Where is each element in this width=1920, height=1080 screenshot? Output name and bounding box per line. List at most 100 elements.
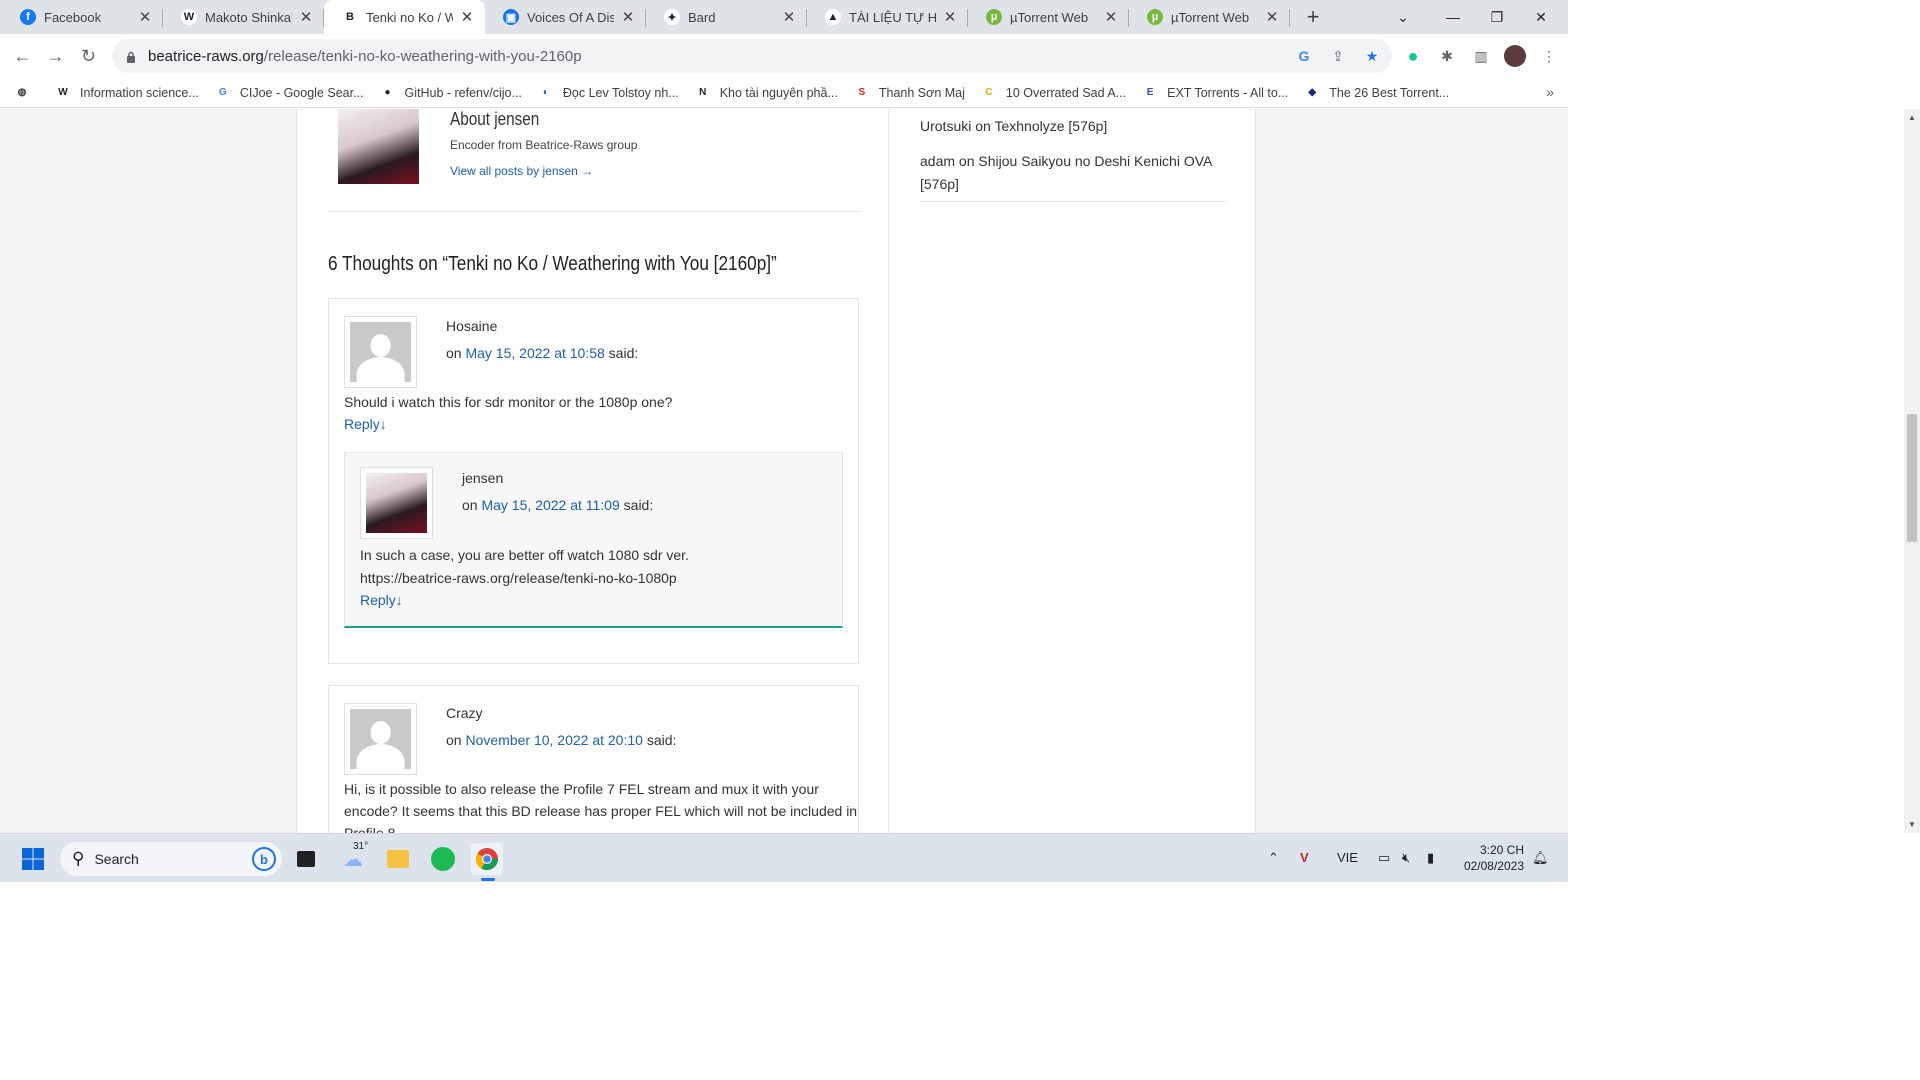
bookmark-label: CIJoe - Google Sear... (239, 85, 364, 100)
side-panel-icon[interactable]: ▥ (1470, 45, 1492, 67)
weather-icon[interactable]: ☁ 31° (337, 841, 369, 875)
comment-date-link[interactable]: November 10, 2022 at 20:10 (465, 732, 642, 748)
tray-overflow-icon[interactable]: ⌃ (1268, 850, 1279, 866)
tab-title: Voices Of A Distan (527, 9, 614, 25)
volume-muted-icon[interactable]: 🔇︎ (1402, 850, 1410, 866)
close-window-icon[interactable]: ✕ (1518, 0, 1564, 34)
tab-6[interactable]: ▲ TÀI LIỆU TỰ HỌC ✕ (807, 0, 968, 34)
share-icon[interactable]: ⇪ (1328, 46, 1348, 66)
tab-1[interactable]: f Facebook ✕ (2, 0, 163, 34)
notification-icon[interactable]: 🔔︎ (1532, 850, 1549, 866)
url-host: beatrice-raws.org (148, 47, 264, 65)
bookmark-item[interactable]: E EXT Torrents - All to... (1142, 85, 1288, 101)
comment-date-link[interactable]: May 15, 2022 at 11:09 (481, 497, 619, 513)
vivaldi-tray-icon[interactable]: V (1300, 850, 1309, 865)
comment-text: In such a case, you are better off watch… (360, 547, 689, 563)
bookmark-item[interactable]: S Thanh Sơn Maj (854, 85, 965, 101)
tab-close-icon[interactable]: ✕ (781, 8, 797, 26)
google-drive-icon: ▲ (825, 9, 841, 25)
recent-comment-post-link[interactable]: Texhnolyze [576p] (994, 118, 1107, 134)
minimize-icon[interactable]: — (1430, 0, 1476, 34)
comment-author: Crazy (446, 705, 483, 721)
spotify-icon[interactable] (427, 843, 459, 875)
bookmark-item[interactable]: ● GitHub - refenv/cijo... (380, 85, 521, 101)
back-icon[interactable]: ← (6, 40, 39, 73)
tab-close-icon[interactable]: ✕ (1264, 8, 1280, 26)
weather-temp: 31° (353, 841, 369, 852)
tab-2[interactable]: W Makoto Shinkai - ✕ (163, 0, 324, 34)
page-scrollbar[interactable]: ▲ ▼ (1904, 109, 1920, 833)
scroll-down-icon[interactable]: ▼ (1908, 820, 1916, 829)
tab-5[interactable]: ✦ Bard ✕ (646, 0, 807, 34)
comment-author: Hosaine (446, 318, 498, 334)
network-icon[interactable]: ▭ (1378, 850, 1390, 866)
tab-search-icon[interactable]: ⌄ (1380, 0, 1426, 34)
web-page: About jensen Encoder from Beatrice-Raws … (0, 109, 1568, 833)
bookmark-red-icon: S (858, 87, 866, 98)
tab-title: Makoto Shinkai - (205, 9, 292, 25)
tab-3[interactable]: B Tenki no Ko / Weathe ✕ (324, 0, 485, 34)
tab-close-icon[interactable]: ✕ (620, 8, 636, 26)
language-indicator[interactable]: VIE (1337, 850, 1358, 865)
tab-title: Tenki no Ko / Weathe (366, 9, 453, 25)
github-icon: ● (384, 87, 391, 98)
taskbar-search[interactable]: ⚲ Search b (60, 842, 282, 876)
bing-icon: b (252, 847, 276, 871)
task-view-icon[interactable] (290, 843, 322, 875)
battery-icon[interactable]: ▮ (1427, 850, 1434, 866)
bookmark-label: Information science... (80, 85, 199, 100)
browser-toolbar: ← → ↻ beatrice-raws.org/release/tenki-no… (0, 34, 1568, 78)
bookmark-item[interactable]: ◆ The 26 Best Torrent... (1304, 85, 1449, 101)
restore-icon[interactable]: ❐ (1474, 0, 1520, 34)
tab-7[interactable]: µ µTorrent Web ✕ (968, 0, 1129, 34)
time: 3:20 CH (1479, 843, 1524, 857)
windows-start-icon[interactable] (17, 843, 49, 875)
wikipedia-icon: W (58, 87, 68, 98)
clock[interactable]: 3:20 CH 02/08/2023 (1464, 842, 1524, 874)
forward-icon[interactable]: → (39, 40, 72, 73)
divider (920, 201, 1226, 202)
bookmark-item[interactable]: ◍ (14, 85, 39, 101)
comment-date-link[interactable]: May 15, 2022 at 10:58 (465, 345, 604, 361)
address-bar[interactable]: beatrice-raws.org/release/tenki-no-ko-we… (112, 39, 1392, 73)
reply-link[interactable]: Reply↓ (360, 592, 403, 608)
avatar (344, 703, 417, 775)
new-tab-button[interactable]: + (1298, 0, 1328, 34)
tab-close-icon[interactable]: ✕ (459, 8, 475, 26)
profile-avatar[interactable] (1504, 45, 1526, 67)
recent-comment-post-link[interactable]: Shijou Saikyou no Deshi Kenichi OVA (978, 153, 1212, 169)
tab-close-icon[interactable]: ✕ (137, 8, 153, 26)
tab-close-icon[interactable]: ✕ (1103, 8, 1119, 26)
author-posts-link[interactable]: View all posts by jensen → (450, 164, 593, 178)
lock-icon (126, 50, 136, 63)
bookmark-item[interactable]: N Kho tài nguyên phầ... (695, 85, 838, 101)
recent-comment-item: adam on Shijou Saikyou no Deshi Kenichi … (920, 153, 1213, 192)
tab-4[interactable]: ▣ Voices Of A Distan ✕ (485, 0, 646, 34)
extensions-icon[interactable]: ✱ (1436, 45, 1458, 67)
release-link[interactable]: https://beatrice-raws.org/release/tenki-… (360, 567, 677, 589)
reload-icon[interactable]: ↻ (72, 40, 105, 73)
bookmark-item[interactable]: W Information science... (55, 85, 199, 101)
bookmark-label: EXT Torrents - All to... (1167, 85, 1289, 100)
chrome-icon[interactable] (471, 843, 503, 881)
scrollbar-thumb[interactable] (1907, 414, 1917, 542)
tab-close-icon[interactable]: ✕ (942, 8, 958, 26)
author-title: About jensen (450, 109, 540, 129)
scroll-up-icon[interactable]: ▲ (1908, 113, 1916, 122)
bookmark-item[interactable]: G CIJoe - Google Sear... (215, 85, 364, 101)
comment-text: Hi, is it possible to also release the P… (344, 781, 858, 833)
google-lens-icon[interactable]: G (1294, 46, 1314, 66)
bookmark-item[interactable]: C 10 Overrated Sad A... (981, 85, 1126, 101)
tab-8[interactable]: µ µTorrent Web ✕ (1129, 0, 1290, 34)
bookmark-item[interactable]: ◐ Đọc Lev Tolstoy nh... (538, 85, 679, 101)
nested-comment: jensen on May 15, 2022 at 11:09 said: In… (344, 452, 843, 628)
bookmark-label: 10 Overrated Sad A... (1005, 85, 1127, 100)
reply-link[interactable]: Reply↓ (344, 416, 387, 432)
grammarly-icon[interactable]: ● (1402, 45, 1424, 67)
bookmark-star-icon[interactable]: ★ (1362, 46, 1382, 66)
bookmarks-overflow-icon[interactable]: » (1546, 84, 1554, 100)
menu-icon[interactable]: ⋮ (1538, 45, 1560, 67)
tab-close-icon[interactable]: ✕ (298, 8, 314, 26)
file-explorer-icon[interactable] (382, 843, 414, 875)
url-path: /release/tenki-no-ko-weathering-with-you… (263, 47, 582, 65)
